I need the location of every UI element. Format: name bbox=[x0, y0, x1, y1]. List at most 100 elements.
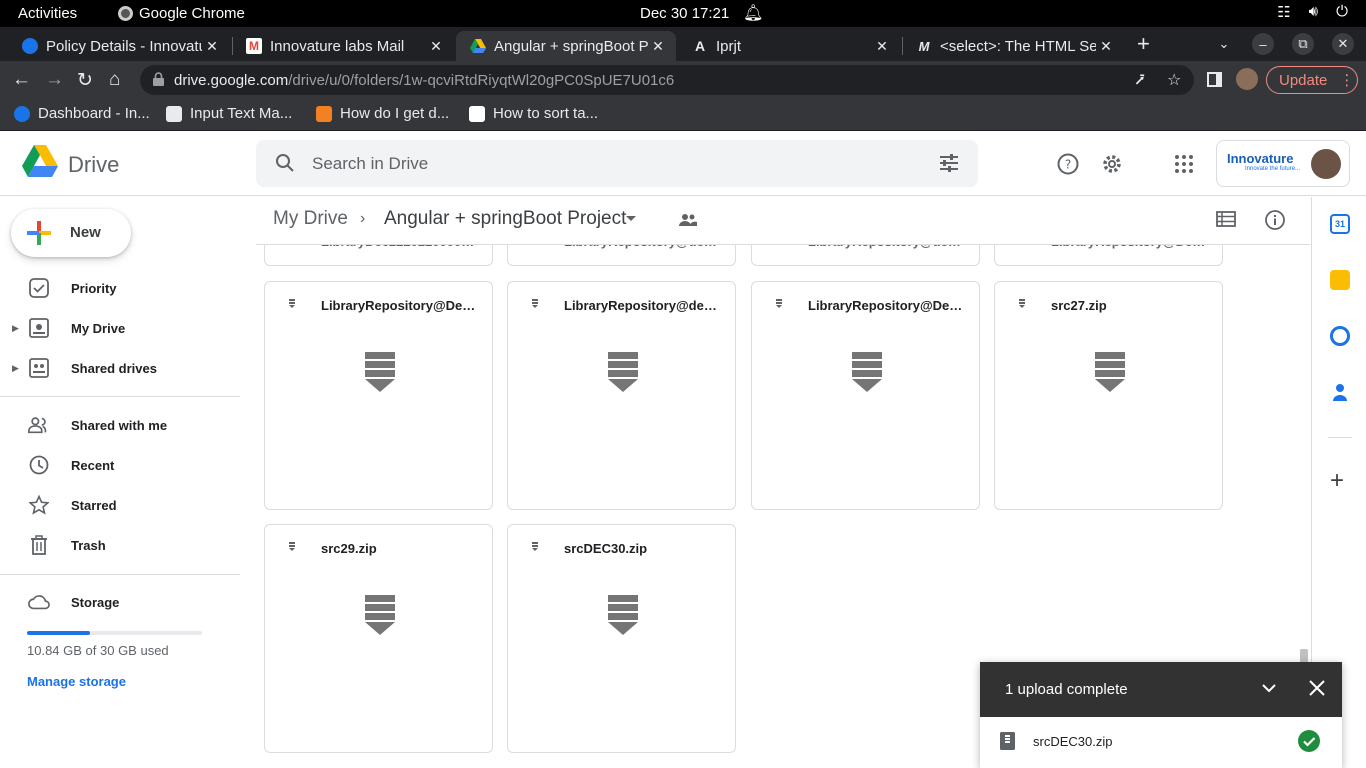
help-icon[interactable]: ? bbox=[1056, 152, 1080, 176]
bookmark-how-to-sort[interactable]: How to sort ta... bbox=[469, 105, 598, 122]
system-tray[interactable]: ☷ 🔊︎ ⏻ bbox=[1277, 3, 1348, 21]
sidebar-item-my-drive[interactable]: ▶ My Drive bbox=[0, 308, 240, 348]
home-icon[interactable]: ⌂ bbox=[109, 69, 120, 91]
trash-icon bbox=[28, 534, 50, 556]
contacts-icon[interactable] bbox=[1330, 382, 1350, 402]
restore-icon[interactable]: ⧉ bbox=[1292, 33, 1314, 55]
bookmark-dashboard[interactable]: Dashboard - In... bbox=[14, 105, 150, 122]
update-button[interactable]: Update ⋮ bbox=[1266, 66, 1358, 94]
sidebar-item-priority[interactable]: Priority bbox=[0, 268, 240, 308]
side-panel-divider bbox=[1328, 437, 1352, 438]
activities-button[interactable]: Activities bbox=[18, 5, 77, 22]
zip-file-icon bbox=[776, 299, 782, 308]
clock[interactable]: Dec 30 17:21 bbox=[640, 5, 729, 22]
tab-policy-details[interactable]: Policy Details - Innovatu ✕ bbox=[8, 31, 230, 61]
back-icon[interactable]: ← bbox=[12, 69, 31, 91]
file-card[interactable]: srcDEC30.zip bbox=[507, 524, 736, 753]
side-panel-icon[interactable] bbox=[1207, 72, 1222, 87]
list-view-icon[interactable] bbox=[1216, 211, 1236, 227]
apps-grid-icon[interactable] bbox=[1172, 152, 1196, 176]
close-tab-icon[interactable]: ✕ bbox=[648, 38, 668, 55]
tab-innovature-mail[interactable]: M Innovature labs Mail ✕ bbox=[232, 31, 454, 61]
collapse-chevron-icon[interactable] bbox=[1260, 679, 1278, 697]
get-addons-icon[interactable]: + bbox=[1330, 467, 1344, 495]
file-card[interactable]: src27.zip bbox=[994, 281, 1223, 510]
file-card[interactable]: LibraryRepository@Dec1... bbox=[264, 281, 493, 510]
profile-avatar[interactable] bbox=[1236, 68, 1258, 90]
upload-list-item[interactable]: srcDEC30.zip bbox=[980, 717, 1342, 768]
shared-drives-icon bbox=[28, 357, 50, 379]
address-bar[interactable]: drive.google.com/drive/u/0/folders/1w-qc… bbox=[140, 65, 1194, 95]
upload-toast-title: 1 upload complete bbox=[1005, 681, 1128, 698]
chevron-right-icon: › bbox=[360, 210, 366, 227]
manage-storage-link[interactable]: Manage storage bbox=[27, 674, 126, 689]
sidebar-item-shared-with-me[interactable]: Shared with me bbox=[0, 405, 240, 445]
search-options-icon[interactable] bbox=[938, 153, 960, 173]
search-input[interactable] bbox=[312, 152, 912, 176]
breadcrumb: My Drive › Angular + springBoot Project bbox=[256, 197, 1310, 245]
priority-icon bbox=[28, 277, 50, 299]
stackoverflow-icon bbox=[316, 105, 332, 122]
folder-menu-dropdown-icon[interactable] bbox=[626, 216, 636, 221]
angular-icon: A bbox=[694, 38, 706, 54]
close-tab-icon[interactable]: ✕ bbox=[426, 38, 446, 55]
sidebar-item-trash[interactable]: Trash bbox=[0, 525, 240, 565]
storage-usage-bar bbox=[27, 631, 202, 635]
tasks-icon[interactable] bbox=[1330, 326, 1350, 346]
app-menu[interactable]: Google Chrome bbox=[118, 5, 245, 22]
file-card[interactable]: LibraryRepository@dec19... bbox=[507, 281, 736, 510]
breadcrumb-my-drive[interactable]: My Drive bbox=[273, 208, 348, 230]
search-icon[interactable] bbox=[275, 153, 295, 173]
zip-archive-icon bbox=[608, 352, 638, 392]
tab-title: Iprjt bbox=[716, 37, 742, 55]
new-tab-button[interactable]: + bbox=[1137, 31, 1150, 57]
close-tab-icon[interactable]: ✕ bbox=[872, 38, 892, 55]
tab-angular-springboot[interactable]: Angular + springBoot P ✕ bbox=[456, 31, 676, 61]
shared-folder-icon[interactable] bbox=[678, 213, 698, 227]
bookmark-input-text[interactable]: Input Text Ma... bbox=[166, 105, 292, 122]
sidebar-item-storage[interactable]: Storage bbox=[0, 582, 240, 622]
close-tab-icon[interactable]: ✕ bbox=[202, 38, 222, 55]
close-tab-icon[interactable]: ✕ bbox=[1096, 38, 1116, 55]
minimize-icon[interactable]: – bbox=[1252, 33, 1274, 55]
drive-wordmark[interactable]: Drive bbox=[68, 152, 119, 178]
file-card[interactable]: LibraryRepository@Dec2... bbox=[751, 281, 980, 510]
zip-archive-icon bbox=[365, 352, 395, 392]
new-button[interactable]: New bbox=[11, 209, 131, 257]
keep-icon[interactable] bbox=[1330, 270, 1350, 290]
drive-header: Drive ? InnovatureInnovate the future... bbox=[0, 132, 1366, 196]
close-window-icon[interactable]: ✕ bbox=[1332, 33, 1354, 55]
zip-archive-icon bbox=[852, 352, 882, 392]
tab-html-select[interactable]: M <select>: The HTML Sele ✕ bbox=[902, 31, 1124, 61]
forward-icon[interactable]: → bbox=[45, 69, 64, 91]
zip-file-icon bbox=[1019, 299, 1025, 308]
url-text: drive.google.com/drive/u/0/folders/1w-qc… bbox=[174, 72, 675, 89]
breadcrumb-current-folder[interactable]: Angular + springBoot Project bbox=[384, 208, 626, 230]
tab-iprjt[interactable]: A Iprjt ✕ bbox=[678, 31, 900, 61]
info-icon[interactable] bbox=[1264, 209, 1286, 231]
search-bar[interactable] bbox=[256, 140, 978, 187]
power-icon: ⏻ bbox=[1336, 3, 1348, 20]
expand-caret-icon[interactable]: ▶ bbox=[12, 363, 19, 374]
settings-gear-icon[interactable] bbox=[1100, 152, 1124, 176]
avatar bbox=[1311, 149, 1341, 179]
sidebar-item-recent[interactable]: Recent bbox=[0, 445, 240, 485]
share-icon[interactable]: ⭷ bbox=[1135, 70, 1145, 97]
tab-title: Policy Details - Innovatu bbox=[46, 37, 202, 55]
zip-file-icon bbox=[289, 542, 295, 551]
more-menu-icon: ⋮ bbox=[1339, 72, 1355, 89]
sidebar-item-shared-drives[interactable]: ▶ Shared drives bbox=[0, 348, 240, 388]
tab-favicon bbox=[22, 38, 38, 54]
drive-logo-icon[interactable] bbox=[22, 145, 58, 177]
bookmark-how-do-i[interactable]: How do I get d... bbox=[316, 105, 449, 122]
reload-icon[interactable]: ↻ bbox=[77, 69, 93, 92]
close-icon[interactable] bbox=[1307, 678, 1327, 698]
file-card[interactable]: src29.zip bbox=[264, 524, 493, 753]
tab-search-icon[interactable]: ⌄ bbox=[1213, 33, 1235, 55]
upload-toast-header: 1 upload complete bbox=[980, 662, 1342, 717]
sidebar-item-starred[interactable]: Starred bbox=[0, 485, 240, 525]
bookmark-star-icon[interactable]: ☆ bbox=[1167, 70, 1181, 90]
calendar-icon[interactable]: 31 bbox=[1330, 214, 1350, 234]
account-switcher[interactable]: Innovature Innovate the future... bbox=[1216, 140, 1350, 187]
expand-caret-icon[interactable]: ▶ bbox=[12, 323, 19, 334]
